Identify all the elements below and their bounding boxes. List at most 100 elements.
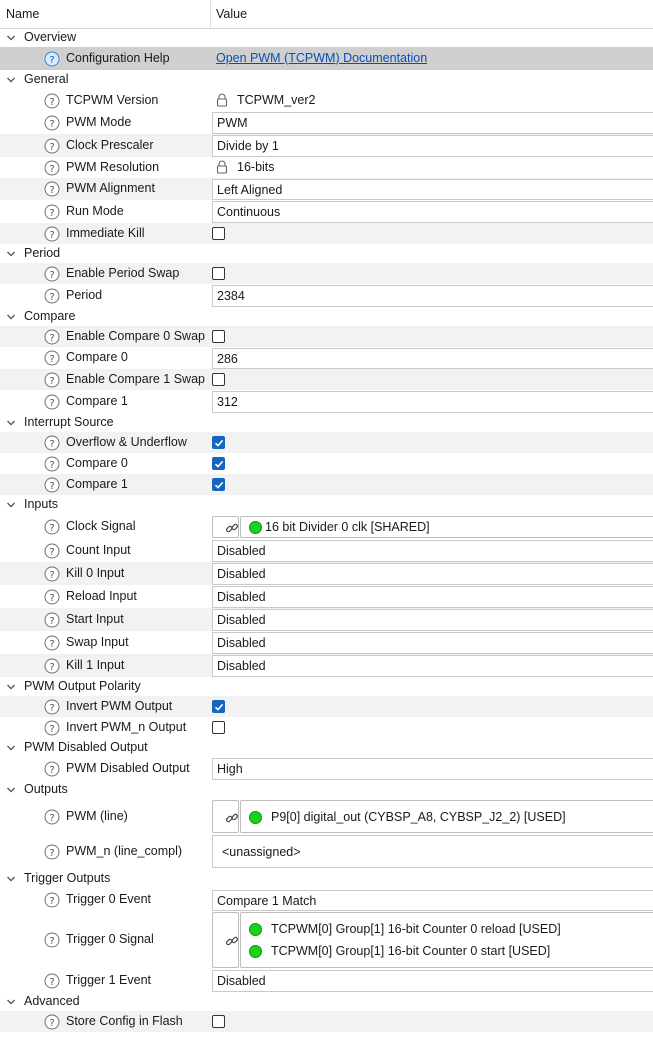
section-inputs[interactable]: Inputs — [0, 495, 653, 515]
section-general[interactable]: General — [0, 70, 653, 90]
value-field[interactable]: 286 — [212, 348, 653, 369]
property-row-pwm-mode[interactable]: ? PWM Mode PWM — [0, 111, 653, 134]
chevron-down-icon[interactable] — [6, 33, 16, 43]
help-circle-icon[interactable]: ? — [44, 394, 60, 410]
checkbox[interactable] — [212, 329, 225, 343]
help-circle-icon[interactable]: ? — [44, 720, 60, 736]
property-row-invert-pwm-n-output[interactable]: ? Invert PWM_n Output — [0, 717, 653, 738]
help-circle-icon[interactable]: ? — [44, 435, 60, 451]
help-circle-icon[interactable]: ? — [44, 181, 60, 197]
help-circle-icon[interactable]: ? — [44, 477, 60, 493]
chevron-down-icon[interactable] — [6, 997, 16, 1007]
property-row-compare0[interactable]: ? Compare 0 — [0, 453, 653, 474]
property-row-tcpwm-version[interactable]: ? TCPWM Version TCPWM_ver2 — [0, 90, 653, 111]
property-row-pwm-n-line-compl[interactable]: ? PWM_n (line_compl) <unassigned> — [0, 834, 653, 869]
help-circle-icon[interactable]: ? — [44, 115, 60, 131]
help-circle-icon[interactable]: ? — [44, 456, 60, 472]
checkbox[interactable] — [212, 372, 225, 386]
section-overview[interactable]: Overview — [0, 29, 653, 47]
property-row-trigger1-event[interactable]: ? Trigger 1 Event Disabled — [0, 969, 653, 992]
help-circle-icon[interactable]: ? — [44, 288, 60, 304]
chevron-down-icon[interactable] — [6, 500, 16, 510]
value-field[interactable]: 2384 — [212, 285, 653, 307]
assignment-field[interactable]: 16 bit Divider 0 clk [SHARED] — [240, 516, 653, 538]
property-row-period[interactable]: ? Period 2384 — [0, 284, 653, 307]
link-button[interactable] — [212, 516, 239, 538]
property-row-reload-input[interactable]: ? Reload Input Disabled — [0, 585, 653, 608]
property-row-pwm-line[interactable]: ? PWM (line) P9[0] digital_out (CYBSP_A8, … — [0, 799, 653, 834]
assignment-field[interactable]: <unassigned> — [212, 835, 653, 868]
property-row-config-help[interactable]: ? Configuration Help Open PWM (TCPWM) Docu… — [0, 47, 653, 70]
value-field[interactable]: Disabled — [212, 540, 653, 562]
help-circle-icon[interactable]: ? — [44, 266, 60, 282]
column-header-value[interactable]: Value — [216, 7, 247, 21]
help-circle-icon[interactable]: ? — [44, 350, 60, 366]
value-field[interactable]: 312 — [212, 391, 653, 413]
checkbox[interactable] — [212, 720, 225, 734]
property-row-swap-input[interactable]: ? Swap Input Disabled — [0, 631, 653, 654]
property-row-compare0[interactable]: ? Compare 0 286 — [0, 347, 653, 369]
link-button[interactable] — [212, 912, 239, 968]
value-field[interactable]: High — [212, 758, 653, 780]
checkbox[interactable] — [212, 456, 225, 470]
checkbox[interactable] — [212, 699, 225, 713]
help-circle-icon[interactable]: ? — [44, 372, 60, 388]
property-row-overflow-underflow[interactable]: ? Overflow & Underflow — [0, 432, 653, 453]
value-field[interactable]: Disabled — [212, 609, 653, 631]
chevron-down-icon[interactable] — [6, 249, 16, 259]
chevron-down-icon[interactable] — [6, 874, 16, 884]
help-circle-icon[interactable]: ? — [44, 809, 60, 825]
chevron-down-icon[interactable] — [6, 312, 16, 322]
help-circle-icon[interactable]: ? — [44, 699, 60, 715]
value-field[interactable]: Disabled — [212, 586, 653, 608]
property-row-trigger0-signal[interactable]: ? Trigger 0 Signal TCPWM[0] Group[1] 16-bi… — [0, 911, 653, 969]
section-advanced[interactable]: Advanced — [0, 992, 653, 1011]
link-button[interactable] — [212, 800, 239, 833]
help-circle-icon[interactable]: ? — [44, 589, 60, 605]
value-field[interactable]: Disabled — [212, 970, 653, 992]
help-circle-icon[interactable]: ? — [44, 329, 60, 345]
section-period[interactable]: Period — [0, 244, 653, 263]
help-circle-icon[interactable]: ? — [44, 519, 60, 535]
property-row-run-mode[interactable]: ? Run Mode Continuous — [0, 200, 653, 223]
chevron-down-icon[interactable] — [6, 743, 16, 753]
property-row-enable-compare0-swap[interactable]: ? Enable Compare 0 Swap — [0, 326, 653, 347]
value-field[interactable]: Disabled — [212, 563, 653, 585]
value-field[interactable]: Disabled — [212, 632, 653, 654]
help-circle-icon[interactable]: ? — [44, 892, 60, 908]
help-circle-icon[interactable]: ? — [44, 93, 60, 109]
help-circle-icon[interactable]: ? — [44, 612, 60, 628]
chevron-down-icon[interactable] — [6, 785, 16, 795]
value-field[interactable]: Continuous — [212, 201, 653, 223]
section-trigger-outputs[interactable]: Trigger Outputs — [0, 869, 653, 889]
property-row-kill1-input[interactable]: ? Kill 1 Input Disabled — [0, 654, 653, 677]
value-field[interactable]: Left Aligned — [212, 179, 653, 200]
help-circle-icon[interactable]: ? — [44, 635, 60, 651]
help-circle-icon[interactable]: ? — [44, 160, 60, 176]
help-circle-icon[interactable]: ? — [44, 543, 60, 559]
property-row-pwm-alignment[interactable]: ? PWM Alignment Left Aligned — [0, 178, 653, 200]
help-circle-icon[interactable]: ? — [44, 844, 60, 860]
checkbox[interactable] — [212, 266, 225, 280]
value-field[interactable]: Compare 1 Match — [212, 890, 653, 911]
property-row-pwm-resolution[interactable]: ? PWM Resolution 16-bits — [0, 157, 653, 178]
property-row-compare1[interactable]: ? Compare 1 — [0, 474, 653, 495]
property-row-enable-period-swap[interactable]: ? Enable Period Swap — [0, 263, 653, 284]
checkbox[interactable] — [212, 226, 225, 240]
property-row-count-input[interactable]: ? Count Input Disabled — [0, 539, 653, 562]
value-field[interactable]: Disabled — [212, 655, 653, 677]
chevron-down-icon[interactable] — [6, 75, 16, 85]
value-field[interactable]: PWM — [212, 112, 653, 134]
property-row-compare1[interactable]: ? Compare 1 312 — [0, 390, 653, 413]
property-row-clock-prescaler[interactable]: ? Clock Prescaler Divide by 1 — [0, 134, 653, 157]
property-row-pwm-disabled-output[interactable]: ? PWM Disabled Output High — [0, 757, 653, 780]
property-row-enable-compare1-swap[interactable]: ? Enable Compare 1 Swap — [0, 369, 653, 390]
checkbox[interactable] — [212, 1014, 225, 1028]
chevron-down-icon[interactable] — [6, 418, 16, 428]
section-pwm-output-polarity[interactable]: PWM Output Polarity — [0, 677, 653, 696]
assignment-field[interactable]: P9[0] digital_out (CYBSP_A8, CYBSP_J2_2)… — [240, 800, 653, 833]
help-circle-icon[interactable]: ? — [44, 51, 60, 67]
section-outputs[interactable]: Outputs — [0, 780, 653, 799]
help-circle-icon[interactable]: ? — [44, 973, 60, 989]
property-row-start-input[interactable]: ? Start Input Disabled — [0, 608, 653, 631]
